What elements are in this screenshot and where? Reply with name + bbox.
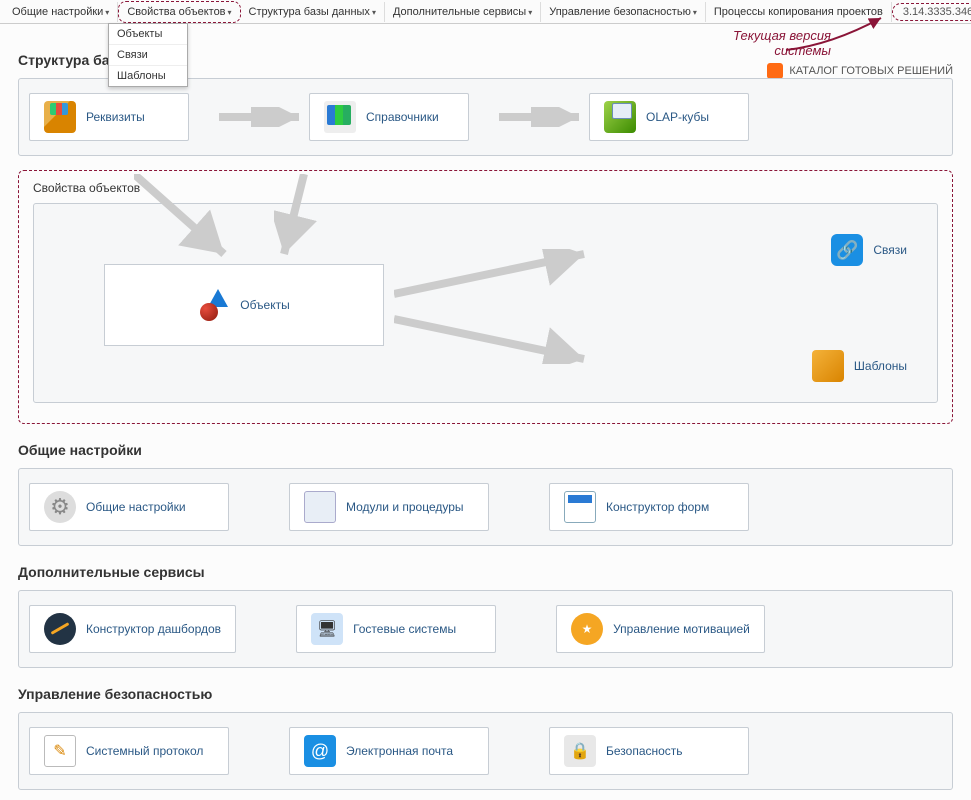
general-settings-row: Общие настройки Модули и процедуры Конст… bbox=[18, 468, 953, 546]
card-label: Справочники bbox=[366, 110, 439, 124]
card-general-settings[interactable]: Общие настройки bbox=[29, 483, 229, 531]
system-version: 3.14.3335.34619-c834425 bbox=[892, 3, 971, 21]
card-label: Общие настройки bbox=[86, 500, 186, 514]
lock-icon bbox=[564, 735, 596, 767]
card-requisites[interactable]: Реквизиты bbox=[29, 93, 189, 141]
arrow-icon bbox=[394, 249, 594, 299]
card-system-log[interactable]: Системный протокол bbox=[29, 727, 229, 775]
card-label: Связи bbox=[873, 243, 907, 257]
menu-label: Общие настройки bbox=[12, 6, 103, 18]
requisites-icon bbox=[44, 101, 76, 133]
arrow-icon bbox=[499, 107, 589, 127]
general-settings-title: Общие настройки bbox=[18, 442, 953, 458]
olap-icon bbox=[604, 101, 636, 133]
motivation-icon bbox=[571, 613, 603, 645]
dropdown-item-templates[interactable]: Шаблоны bbox=[109, 66, 187, 86]
security-row: Системный протокол Электронная почта Без… bbox=[18, 712, 953, 790]
menu-label: Дополнительные сервисы bbox=[393, 6, 526, 18]
card-objects[interactable]: Объекты bbox=[104, 264, 384, 346]
card-olap[interactable]: OLAP-кубы bbox=[589, 93, 749, 141]
card-modules[interactable]: Модули и процедуры bbox=[289, 483, 489, 531]
menu-extra-services[interactable]: Дополнительные сервисы▾ bbox=[385, 2, 541, 22]
object-properties-diagram: Свойства объектов Объекты Связи Шаблоны bbox=[18, 170, 953, 424]
menu-label: Процессы копирования проектов bbox=[714, 6, 883, 18]
menu-label: Структура базы данных bbox=[249, 6, 370, 18]
card-references[interactable]: Справочники bbox=[309, 93, 469, 141]
menu-object-properties[interactable]: Свойства объектов▾ bbox=[118, 1, 240, 23]
menu-copy-processes[interactable]: Процессы копирования проектов bbox=[706, 2, 892, 22]
chevron-down-icon: ▾ bbox=[228, 8, 232, 17]
card-label: Реквизиты bbox=[86, 110, 145, 124]
objects-icon bbox=[198, 289, 230, 321]
arrow-icon bbox=[394, 314, 594, 364]
card-label: Конструктор форм bbox=[606, 500, 709, 514]
arrow-icon bbox=[219, 107, 309, 127]
main-content: Структура базы данных Реквизиты Справочн… bbox=[0, 24, 971, 800]
card-security[interactable]: Безопасность bbox=[549, 727, 749, 775]
menu-general-settings[interactable]: Общие настройки▾ bbox=[4, 2, 118, 22]
dropdown-item-links[interactable]: Связи bbox=[109, 45, 187, 66]
top-menubar: Общие настройки▾ Свойства объектов▾ Стру… bbox=[0, 0, 971, 24]
chevron-down-icon: ▾ bbox=[372, 8, 376, 17]
card-label: Системный протокол bbox=[86, 744, 203, 758]
chevron-down-icon: ▾ bbox=[693, 8, 697, 17]
card-guest-systems[interactable]: Гостевые системы bbox=[296, 605, 496, 653]
menu-label: Свойства объектов bbox=[127, 6, 225, 18]
card-label: OLAP-кубы bbox=[646, 110, 709, 124]
forms-icon bbox=[564, 491, 596, 523]
card-label: Объекты bbox=[240, 298, 290, 312]
menu-security-management[interactable]: Управление безопасностью▾ bbox=[541, 2, 706, 22]
menu-db-structure[interactable]: Структура базы данных▾ bbox=[241, 2, 385, 22]
card-label: Шаблоны bbox=[854, 359, 907, 373]
card-email[interactable]: Электронная почта bbox=[289, 727, 489, 775]
chevron-down-icon: ▾ bbox=[105, 8, 109, 17]
card-motivation[interactable]: Управление мотивацией bbox=[556, 605, 765, 653]
menu-label: Управление безопасностью bbox=[549, 6, 691, 18]
dropdown-item-objects[interactable]: Объекты bbox=[109, 24, 187, 45]
extra-services-row: Конструктор дашбордов Гостевые системы У… bbox=[18, 590, 953, 668]
diagram-body: Объекты Связи Шаблоны bbox=[33, 203, 938, 403]
db-structure-box: Реквизиты Справочники OLAP-кубы bbox=[18, 78, 953, 156]
references-icon bbox=[324, 101, 356, 133]
syslog-icon bbox=[44, 735, 76, 767]
card-templates[interactable]: Шаблоны bbox=[812, 350, 907, 382]
guest-systems-icon bbox=[311, 613, 343, 645]
templates-icon bbox=[812, 350, 844, 382]
card-label: Гостевые системы bbox=[353, 622, 456, 636]
diagram-title: Свойства объектов bbox=[33, 181, 938, 195]
card-label: Электронная почта bbox=[346, 744, 453, 758]
modules-icon bbox=[304, 491, 336, 523]
links-icon bbox=[831, 234, 863, 266]
card-forms[interactable]: Конструктор форм bbox=[549, 483, 749, 531]
security-title: Управление безопасностью bbox=[18, 686, 953, 702]
card-links[interactable]: Связи bbox=[831, 234, 907, 266]
gear-icon bbox=[44, 491, 76, 523]
card-dashboard-constructor[interactable]: Конструктор дашбордов bbox=[29, 605, 236, 653]
object-properties-dropdown: Объекты Связи Шаблоны bbox=[108, 23, 188, 87]
card-label: Безопасность bbox=[606, 744, 683, 758]
card-label: Модули и процедуры bbox=[346, 500, 464, 514]
card-label: Управление мотивацией bbox=[613, 622, 750, 636]
card-label: Конструктор дашбордов bbox=[86, 622, 221, 636]
dashboard-icon bbox=[44, 613, 76, 645]
email-icon bbox=[304, 735, 336, 767]
chevron-down-icon: ▾ bbox=[528, 8, 532, 17]
extra-services-title: Дополнительные сервисы bbox=[18, 564, 953, 580]
